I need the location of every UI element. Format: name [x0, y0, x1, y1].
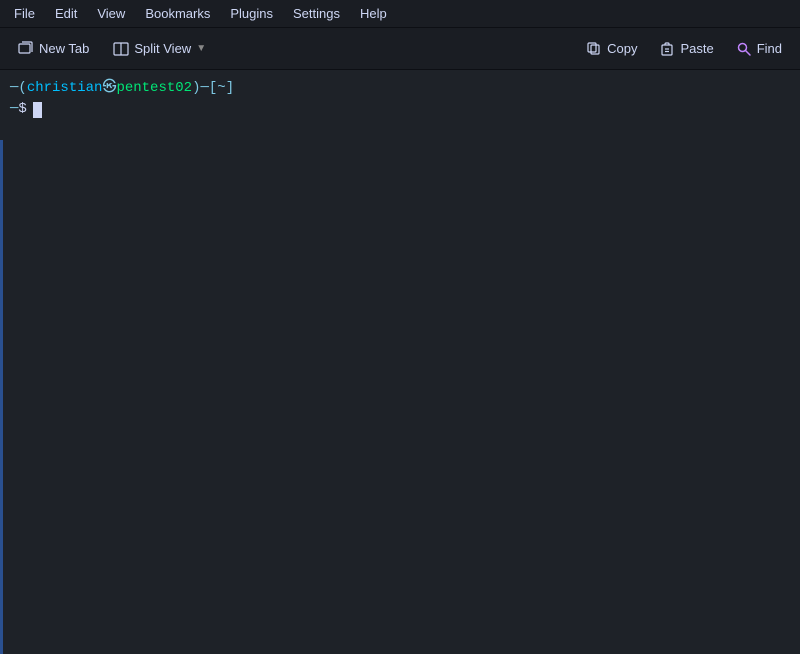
- split-view-label: Split View: [134, 41, 191, 56]
- paste-label: Paste: [680, 41, 713, 56]
- prompt-host: pentest02: [116, 78, 192, 99]
- menu-view[interactable]: View: [87, 4, 135, 23]
- prompt-dash: ─(: [10, 78, 27, 99]
- terminal-prompt-line: ─(christian㉿pentest02)─[~]: [10, 78, 790, 99]
- prompt-path: ~: [217, 78, 225, 99]
- left-accent-bar: [0, 140, 3, 654]
- split-view-icon: [113, 41, 129, 57]
- menu-help[interactable]: Help: [350, 4, 397, 23]
- split-view-chevron-icon: ▼: [196, 43, 206, 54]
- terminal-cursor: [33, 102, 42, 118]
- new-tab-button[interactable]: New Tab: [8, 37, 99, 61]
- prompt-dollar: $: [18, 99, 26, 120]
- menu-bar: File Edit View Bookmarks Plugins Setting…: [0, 0, 800, 28]
- prompt-at: ㉿: [102, 78, 116, 99]
- paste-button[interactable]: Paste: [649, 37, 723, 61]
- find-button[interactable]: Find: [726, 37, 792, 61]
- prompt-bracket-close: ]: [226, 78, 234, 99]
- split-view-button[interactable]: Split View ▼: [103, 37, 216, 61]
- terminal-area[interactable]: ─(christian㉿pentest02)─[~] ─$: [0, 70, 800, 654]
- toolbar-right: Copy Paste Find: [576, 37, 792, 61]
- new-tab-label: New Tab: [39, 41, 89, 56]
- menu-edit[interactable]: Edit: [45, 4, 87, 23]
- toolbar: New Tab Split View ▼ Copy: [0, 28, 800, 70]
- menu-bookmarks[interactable]: Bookmarks: [135, 4, 220, 23]
- menu-plugins[interactable]: Plugins: [220, 4, 283, 23]
- terminal-input-line: ─$: [10, 99, 790, 120]
- find-label: Find: [757, 41, 782, 56]
- copy-button[interactable]: Copy: [576, 37, 647, 61]
- find-icon: [736, 41, 752, 57]
- copy-icon: [586, 41, 602, 57]
- prompt-input-dash: ─: [10, 99, 18, 120]
- prompt-user: christian: [27, 78, 103, 99]
- prompt-paren-close: )─[: [192, 78, 217, 99]
- menu-file[interactable]: File: [4, 4, 45, 23]
- copy-label: Copy: [607, 41, 637, 56]
- paste-icon: [659, 41, 675, 57]
- menu-settings[interactable]: Settings: [283, 4, 350, 23]
- new-tab-icon: [18, 41, 34, 57]
